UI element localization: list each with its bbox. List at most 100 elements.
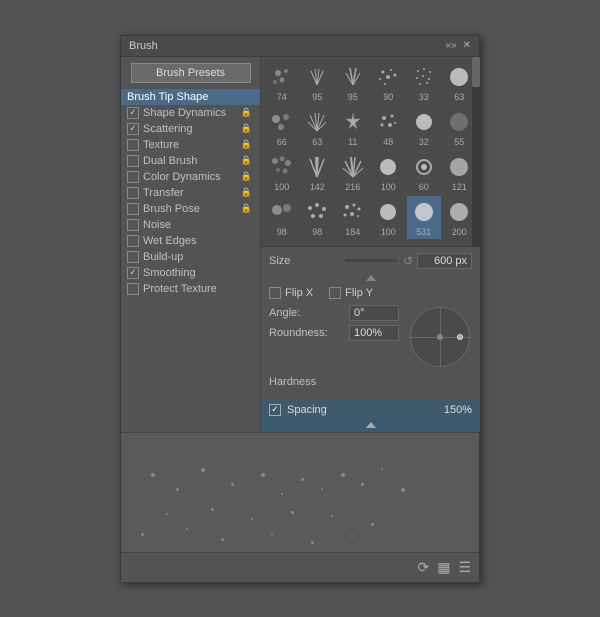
brush-cell[interactable]: 90: [372, 61, 406, 104]
roundness-field-row: Roundness: 100%: [269, 325, 399, 341]
brush-thumb: [268, 198, 296, 226]
brush-cell[interactable]: 95: [336, 61, 370, 104]
brush-cell[interactable]: 56: [372, 241, 406, 247]
angle-circle-container[interactable]: [407, 305, 472, 370]
sidebar-item-protect-texture[interactable]: Protect Texture: [121, 281, 260, 297]
sidebar-item-build-up[interactable]: Build-up: [121, 249, 260, 265]
brush-cell[interactable]: 100: [265, 151, 299, 194]
checkbox-transfer[interactable]: [127, 187, 139, 199]
preview-dot: [341, 473, 345, 477]
preview-dots: [121, 433, 479, 552]
brush-thumb: [374, 243, 402, 247]
brush-grid-scrollbar[interactable]: [472, 57, 480, 246]
size-label: Size: [269, 255, 339, 267]
brush-cell[interactable]: 98: [265, 196, 299, 239]
checkbox-texture[interactable]: [127, 139, 139, 151]
toolbar-btn-2[interactable]: ▦: [437, 559, 450, 576]
sidebar-item-shape-dynamics[interactable]: Shape Dynamics🔒: [121, 105, 260, 121]
brush-cell[interactable]: 60: [407, 151, 441, 194]
preview-dot: [271, 533, 273, 535]
brush-number: 63: [454, 92, 464, 102]
brush-thumb: [374, 198, 402, 226]
spacing-arrow-up[interactable]: [366, 422, 376, 428]
angle-roundness-fields: Angle: 0° Roundness: 100%: [269, 305, 399, 345]
brush-presets-button[interactable]: Brush Presets: [131, 63, 251, 83]
brush-cell[interactable]: 98: [301, 196, 335, 239]
brush-number: 98: [312, 227, 322, 237]
checkbox-build-up[interactable]: [127, 251, 139, 263]
sidebar-item-brush-tip-shape[interactable]: Brush Tip Shape: [121, 89, 260, 105]
brush-cell[interactable]: 63: [301, 106, 335, 149]
brush-cell[interactable]: 100: [372, 196, 406, 239]
sidebar-item-brush-pose[interactable]: Brush Pose🔒: [121, 201, 260, 217]
brush-number: 66: [277, 137, 287, 147]
flip-x-checkbox[interactable]: [269, 287, 281, 299]
brush-thumb: [410, 63, 438, 91]
toolbar-btn-1[interactable]: ⟳: [417, 559, 429, 576]
checkbox-shape-dynamics[interactable]: [127, 107, 139, 119]
angle-value[interactable]: 0°: [349, 305, 399, 321]
angle-circle[interactable]: [410, 307, 470, 367]
sidebar-item-transfer[interactable]: Transfer🔒: [121, 185, 260, 201]
close-btn[interactable]: ✕: [463, 40, 471, 51]
brush-cell[interactable]: 11: [336, 106, 370, 149]
reset-btn[interactable]: ↺: [403, 254, 413, 268]
brush-number: 95: [312, 92, 322, 102]
brush-cell[interactable]: 48: [372, 106, 406, 149]
collapse-btn[interactable]: «»: [445, 40, 456, 51]
checkbox-dual-brush[interactable]: [127, 155, 139, 167]
flip-x-item: Flip X: [269, 287, 313, 299]
roundness-value[interactable]: 100%: [349, 325, 399, 341]
brush-cell[interactable]: 700: [443, 241, 477, 247]
brush-cell[interactable]: 706: [407, 241, 441, 247]
checkbox-protect-texture[interactable]: [127, 283, 139, 295]
preview-dot: [381, 468, 383, 470]
brush-cell[interactable]: 531: [407, 196, 441, 239]
brush-number: 74: [277, 92, 287, 102]
sidebar-item-color-dynamics[interactable]: Color Dynamics🔒: [121, 169, 260, 185]
brush-cell[interactable]: 216: [336, 151, 370, 194]
size-arrow-up[interactable]: [366, 275, 376, 281]
checkbox-noise[interactable]: [127, 219, 139, 231]
brush-cell[interactable]: 142: [301, 151, 335, 194]
brush-cell[interactable]: 33: [407, 61, 441, 104]
checkbox-smoothing[interactable]: [127, 267, 139, 279]
toolbar-btn-3[interactable]: ☰: [458, 559, 471, 576]
sidebar-item-noise[interactable]: Noise: [121, 217, 260, 233]
sidebar-item-texture[interactable]: Texture🔒: [121, 137, 260, 153]
brush-thumb: [268, 108, 296, 136]
brush-cell[interactable]: 95: [301, 61, 335, 104]
brush-cell[interactable]: 66: [265, 106, 299, 149]
preview-dot: [201, 468, 205, 472]
sidebar-item-wet-edges[interactable]: Wet Edges: [121, 233, 260, 249]
sidebar-label-brush-tip-shape: Brush Tip Shape: [127, 91, 208, 103]
brush-cell[interactable]: 32: [407, 106, 441, 149]
brush-cell[interactable]: 55: [443, 106, 477, 149]
brush-cell[interactable]: 121: [443, 151, 477, 194]
brush-cell[interactable]: 100: [372, 151, 406, 194]
brush-cell[interactable]: 262: [336, 241, 370, 247]
sidebar-item-dual-brush[interactable]: Dual Brush🔒: [121, 153, 260, 169]
checkbox-brush-pose[interactable]: [127, 203, 139, 215]
brush-cell[interactable]: 74: [265, 61, 299, 104]
brush-cell[interactable]: 63: [443, 61, 477, 104]
brush-cell[interactable]: 211: [301, 241, 335, 247]
sidebar-item-scattering[interactable]: Scattering🔒: [121, 121, 260, 137]
brush-cell[interactable]: 200: [443, 196, 477, 239]
brush-number: 100: [381, 182, 396, 192]
flip-y-checkbox[interactable]: [329, 287, 341, 299]
controls-section: Size ↺ 600 px Flip X Flip Y: [261, 247, 480, 400]
brush-cell[interactable]: 150: [265, 241, 299, 247]
sidebar-item-smoothing[interactable]: Smoothing: [121, 265, 260, 281]
spacing-checkbox[interactable]: ✓: [269, 404, 281, 416]
size-row: Size ↺ 600 px: [269, 253, 472, 269]
checkbox-wet-edges[interactable]: [127, 235, 139, 247]
preview-dot: [401, 488, 405, 492]
brush-cell[interactable]: 184: [336, 196, 370, 239]
size-value[interactable]: 600 px: [417, 253, 472, 269]
checkbox-scattering[interactable]: [127, 123, 139, 135]
brush-grid: 7495959033636663114832551001422161006012…: [261, 57, 480, 247]
angle-handle[interactable]: [457, 334, 463, 340]
checkbox-color-dynamics[interactable]: [127, 171, 139, 183]
size-slider[interactable]: [345, 259, 397, 262]
